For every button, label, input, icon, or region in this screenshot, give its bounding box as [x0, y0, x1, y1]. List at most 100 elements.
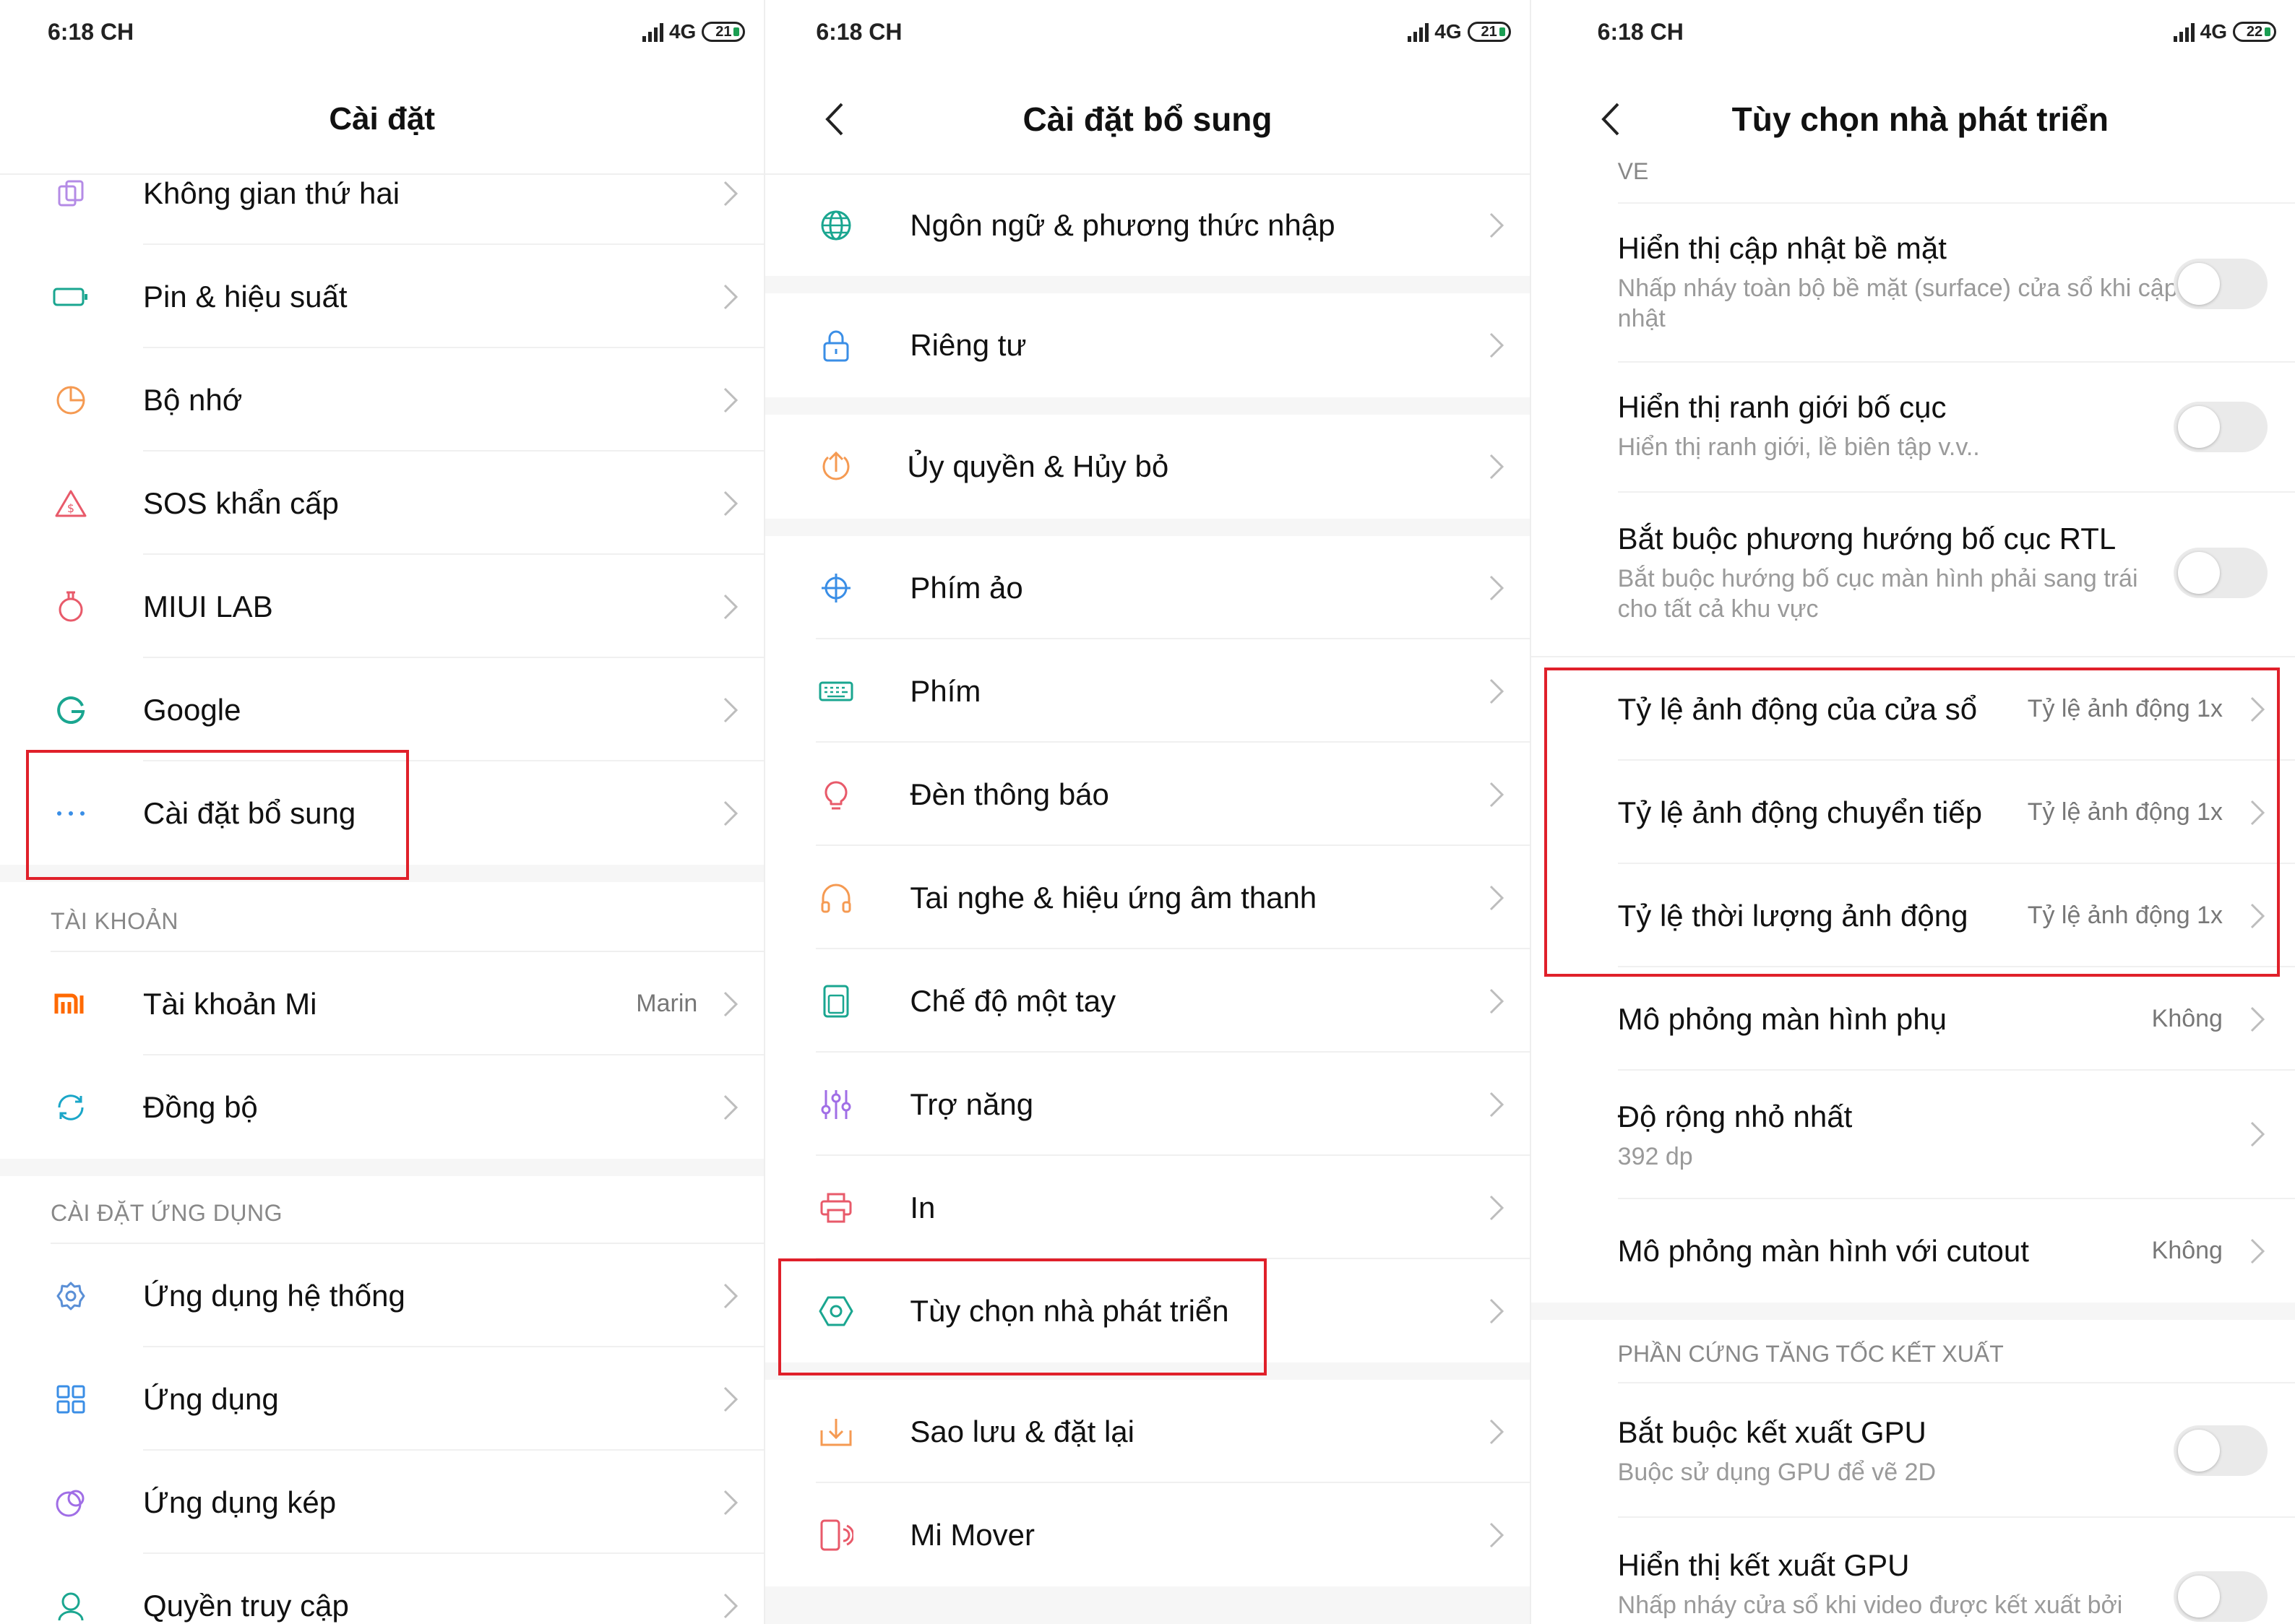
- signal-icon: [2173, 22, 2195, 42]
- chevron-right-icon: [720, 1488, 741, 1517]
- settings-item-second-space[interactable]: Không gian thứ hai: [0, 142, 765, 245]
- settings-item-language-input[interactable]: Ngôn ngữ & phương thức nhập: [765, 175, 1529, 276]
- lab-flask-icon: [51, 587, 91, 627]
- settings-item-print[interactable]: In: [765, 1156, 1530, 1259]
- toggle-switch-off[interactable]: [2173, 1571, 2268, 1622]
- settings-item-one-handed[interactable]: Chế độ một tay: [765, 949, 1530, 1053]
- settings-item-miui-lab[interactable]: MIUI LAB: [0, 555, 765, 658]
- select-row-display-cutout[interactable]: Mô phỏng màn hình với cutout Không: [1531, 1199, 2295, 1303]
- settings-item-permissions[interactable]: Quyền truy cập: [0, 1554, 764, 1624]
- network-type: 4G: [668, 20, 697, 43]
- settings-item-buttons[interactable]: Phím: [765, 639, 1530, 743]
- settings-item-headphones[interactable]: Tai nghe & hiệu ứng âm thanh: [765, 846, 1530, 949]
- settings-item-label: Quyền truy cập: [143, 1588, 349, 1623]
- printer-icon: [816, 1188, 856, 1228]
- settings-item-label: Trợ năng: [910, 1087, 1034, 1121]
- settings-item-label: Ứng dụng hệ thống: [143, 1278, 405, 1313]
- settings-item-label: Ủy quyền & Hủy bỏ: [907, 449, 1169, 483]
- section-header-app-settings: CÀI ĐẶT ỨNG DỤNG: [51, 1200, 283, 1226]
- settings-item-dual-apps[interactable]: Ứng dụng kép: [0, 1451, 765, 1554]
- chevron-right-icon: [1486, 987, 1507, 1016]
- lock-icon: [816, 325, 856, 366]
- settings-item-label: Google: [143, 692, 241, 727]
- settings-item-accessibility[interactable]: Trợ năng: [765, 1053, 1530, 1156]
- settings-item-battery[interactable]: Pin & hiệu suất: [0, 245, 765, 348]
- chevron-right-icon: [1486, 1521, 1507, 1550]
- chevron-right-icon: [720, 386, 741, 415]
- chevron-right-icon: [1486, 331, 1507, 360]
- status-bar: 6:18 CH 4G 22: [1531, 0, 2295, 65]
- google-icon: [51, 690, 91, 730]
- chevron-right-icon: [1486, 780, 1507, 809]
- settings-item-label: Riêng tư: [910, 328, 1027, 362]
- settings-item-backup-reset[interactable]: Sao lưu & đặt lại: [765, 1380, 1530, 1483]
- battery-indicator: 21: [1467, 22, 1511, 42]
- apps-grid-icon: [51, 1379, 91, 1420]
- backup-icon: [816, 1412, 856, 1452]
- settings-screen: 6:18 CH 4G 21 Cài đặt Không gian thứ hai…: [0, 0, 765, 1624]
- settings-item-mi-account[interactable]: Tài khoản Mi Marin: [0, 952, 765, 1055]
- back-arrow-icon[interactable]: [1592, 101, 1628, 137]
- settings-item-label: SOS khẩn cấp: [143, 485, 339, 520]
- chevron-right-icon: [1486, 1417, 1507, 1446]
- toggle-row-show-surface-updates[interactable]: Hiển thị cập nhật bề mặt Nhấp nháy toàn …: [1531, 204, 2295, 363]
- settings-item-sos[interactable]: $ SOS khẩn cấp: [0, 452, 765, 555]
- settings-item-authorization[interactable]: Ủy quyền & Hủy bỏ: [765, 415, 1529, 519]
- toggle-row-show-gpu-view-updates[interactable]: Hiển thị kết xuất GPU Nhấp nháy cửa sổ k…: [1531, 1518, 2295, 1624]
- chevron-right-icon: [1486, 1090, 1507, 1119]
- globe-icon: [816, 205, 856, 246]
- chevron-right-icon: [1486, 1193, 1507, 1222]
- page-title: Cài đặt bổ sung: [1022, 100, 1273, 138]
- settings-item-label: Tai nghe & hiệu ứng âm thanh: [910, 880, 1317, 915]
- page-title: Tùy chọn nhà phát triển: [1731, 100, 2109, 138]
- highlight-box-additional-settings: [26, 750, 409, 880]
- settings-item-storage[interactable]: Bộ nhớ: [0, 348, 765, 452]
- chevron-right-icon: [2247, 1120, 2268, 1149]
- network-type: 4G: [1434, 20, 1462, 43]
- toggle-switch-off[interactable]: [2173, 402, 2268, 452]
- status-time: 6:18 CH: [1597, 19, 1684, 45]
- toggle-switch-off[interactable]: [2173, 1425, 2268, 1476]
- select-row-secondary-display[interactable]: Mô phỏng màn hình phụ Không: [1531, 967, 2295, 1071]
- settings-item-label: Chế độ một tay: [910, 983, 1116, 1018]
- dual-apps-icon: [51, 1482, 91, 1523]
- settings-item-google[interactable]: Google: [0, 658, 765, 761]
- chevron-right-icon: [720, 799, 741, 828]
- highlight-box-animation-scales: [1543, 668, 2280, 977]
- chevron-right-icon: [720, 179, 741, 208]
- toggle-switch-off[interactable]: [2173, 259, 2268, 309]
- crosshair-icon: [816, 568, 856, 608]
- settings-item-label: Sao lưu & đặt lại: [910, 1414, 1134, 1448]
- sos-icon: $: [51, 483, 91, 524]
- settings-item-notification-light[interactable]: Đèn thông báo: [765, 743, 1530, 846]
- settings-item-label: Đèn thông báo: [910, 777, 1109, 811]
- settings-item-label: Mi Mover: [910, 1517, 1035, 1552]
- toggle-row-force-gpu-rendering[interactable]: Bắt buộc kết xuất GPU Buộc sử dụng GPU đ…: [1531, 1383, 2295, 1518]
- toggle-row-show-layout-bounds[interactable]: Hiển thị ranh giới bố cục Hiển thị ranh …: [1531, 363, 2295, 493]
- select-row-smallest-width[interactable]: Độ rộng nhỏ nhất 392 dp: [1531, 1071, 2295, 1199]
- developer-options-screen: 6:18 CH 4G 22 Tùy chọn nhà phát triển VẼ…: [1529, 0, 2295, 1624]
- settings-item-privacy[interactable]: Riêng tư: [765, 293, 1529, 397]
- network-type: 4G: [2200, 20, 2227, 43]
- settings-item-system-apps[interactable]: Ứng dụng hệ thống: [0, 1244, 765, 1347]
- headphones-icon: [816, 878, 856, 918]
- settings-item-label: Ngôn ngữ & phương thức nhập: [910, 208, 1335, 242]
- sync-icon: [51, 1087, 91, 1128]
- settings-item-label: Ứng dụng kép: [143, 1485, 337, 1519]
- settings-item-label: Phím ảo: [910, 570, 1023, 605]
- back-arrow-icon[interactable]: [816, 101, 852, 137]
- status-bar: 6:18 CH 4G 21: [0, 0, 764, 65]
- chevron-right-icon: [720, 1385, 741, 1414]
- settings-item-mi-mover[interactable]: Mi Mover: [765, 1483, 1529, 1586]
- battery-indicator: 21: [702, 22, 746, 42]
- toggle-switch-off[interactable]: [2173, 548, 2268, 598]
- status-bar: 6:18 CH 4G 21: [765, 0, 1529, 65]
- page-title: Cài đặt: [329, 101, 436, 137]
- settings-item-virtual-keys[interactable]: Phím ảo: [765, 536, 1530, 639]
- settings-item-apps[interactable]: Ứng dụng: [0, 1347, 765, 1451]
- chevron-right-icon: [720, 1591, 741, 1620]
- account-name: Marin: [636, 990, 698, 1017]
- settings-item-sync[interactable]: Đồng bộ: [0, 1055, 764, 1159]
- second-space-icon: [51, 173, 91, 214]
- toggle-row-force-rtl[interactable]: Bắt buộc phương hướng bố cục RTL Bắt buộ…: [1530, 493, 2295, 657]
